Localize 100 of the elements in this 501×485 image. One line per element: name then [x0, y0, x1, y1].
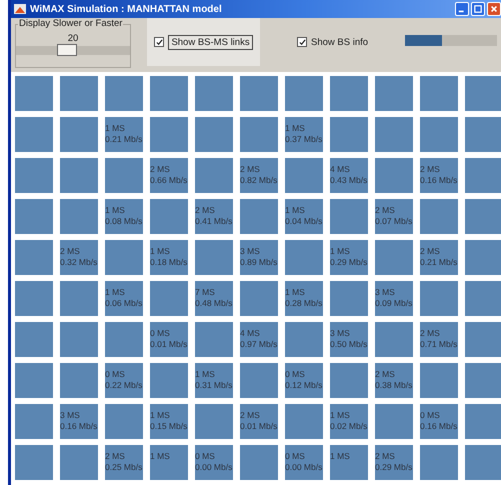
throughput-label: 0.31 Mb/s [195, 380, 232, 391]
throughput-label: 0.28 Mb/s [285, 298, 322, 309]
city-block [195, 117, 233, 152]
option-checkbox[interactable]: Show BS info [297, 36, 368, 48]
throughput-label: 0.09 Mb/s [375, 298, 412, 309]
city-block [375, 404, 413, 439]
city-block [15, 158, 53, 193]
ms-count: 3 MS [240, 246, 260, 257]
city-block [285, 404, 323, 439]
minimize-button[interactable] [455, 2, 469, 16]
checkbox[interactable] [154, 37, 164, 47]
ms-count: 3 MS [375, 287, 395, 298]
throughput-label: 0.00 Mb/s [195, 462, 232, 473]
city-block [15, 117, 53, 152]
ms-count: 1 MS [105, 123, 125, 134]
city-block [15, 240, 53, 275]
city-block [105, 158, 143, 193]
city-block [465, 117, 501, 152]
city-block [465, 445, 501, 480]
city-block [420, 76, 458, 111]
throughput-label: 0.48 Mb/s [195, 298, 232, 309]
ms-count: 0 MS [285, 451, 305, 462]
ms-count: 0 MS [285, 369, 305, 380]
throughput-label: 0.21 Mb/s [105, 134, 142, 145]
city-block [330, 281, 368, 316]
city-block [60, 76, 98, 111]
throughput-label: 0.38 Mb/s [375, 380, 412, 391]
throughput-label: 0.12 Mb/s [285, 380, 322, 391]
ms-count: 2 MS [195, 205, 215, 216]
ms-count: 2 MS [375, 369, 395, 380]
throughput-label: 0.16 Mb/s [420, 175, 458, 186]
city-block [465, 281, 501, 316]
city-block [60, 445, 98, 480]
ms-count: 0 MS [105, 369, 125, 380]
city-block [375, 76, 413, 111]
throughput-label: 0.15 Mb/s [150, 421, 188, 432]
throughput-label: 0.22 Mb/s [105, 380, 142, 391]
ms-count: 1 MS [285, 123, 305, 134]
ms-count: 2 MS [375, 205, 395, 216]
ms-count: 1 MS [330, 410, 350, 421]
city-block [60, 158, 98, 193]
check-icon [298, 38, 306, 46]
city-block [195, 76, 233, 111]
slider-thumb[interactable] [57, 44, 78, 56]
ms-count: 3 MS [60, 410, 80, 421]
ms-count: 1 MS [285, 205, 305, 216]
ms-count: 1 MS [150, 246, 170, 257]
city-block [240, 445, 278, 480]
city-block [15, 76, 53, 111]
city-block [240, 281, 278, 316]
ms-count: 0 MS [420, 410, 440, 421]
city-block [195, 158, 233, 193]
city-block [60, 117, 98, 152]
city-block [330, 76, 368, 111]
maximize-icon [474, 5, 482, 13]
throughput-label: 0.01 Mb/s [150, 339, 188, 350]
city-block [330, 199, 368, 234]
city-block [60, 363, 98, 398]
city-block [60, 322, 98, 357]
throughput-label: 0.71 Mb/s [420, 339, 458, 350]
city-block [195, 404, 233, 439]
city-block [15, 404, 53, 439]
close-icon [490, 5, 498, 13]
city-block [240, 117, 278, 152]
ms-count: 1 MS [150, 410, 170, 421]
city-block [285, 158, 323, 193]
city-block [465, 363, 501, 398]
maximize-button[interactable] [471, 2, 485, 16]
checkbox[interactable] [297, 37, 308, 47]
speed-slider[interactable] [16, 46, 130, 55]
city-block [375, 117, 413, 152]
throughput-label: 0.02 Mb/s [330, 421, 368, 432]
city-block [15, 363, 53, 398]
city-block [240, 199, 278, 234]
city-block [150, 281, 188, 316]
ms-count: 2 MS [60, 246, 80, 257]
ms-count: 2 MS [420, 246, 440, 257]
city-block [375, 158, 413, 193]
city-block [15, 445, 53, 480]
city-block [150, 76, 188, 111]
city-block [60, 199, 98, 234]
throughput-label: 0.50 Mb/s [330, 339, 368, 350]
city-block [330, 363, 368, 398]
app-icon [14, 3, 26, 15]
ms-count: 2 MS [240, 164, 260, 175]
ms-count: 1 MS [105, 287, 125, 298]
close-button[interactable] [487, 2, 501, 16]
throughput-label: 0.66 Mb/s [150, 175, 188, 186]
city-block [60, 281, 98, 316]
throughput-label: 0.32 Mb/s [60, 257, 98, 268]
city-block [195, 322, 233, 357]
throughput-label: 0.29 Mb/s [375, 462, 412, 473]
ms-count: 2 MS [375, 451, 395, 462]
ms-count: 4 MS [240, 328, 260, 339]
throughput-label: 0.25 Mb/s [105, 462, 142, 473]
throughput-label: 0.07 Mb/s [375, 216, 412, 227]
ms-count: 2 MS [420, 164, 440, 175]
throughput-label: 0.00 Mb/s [285, 462, 322, 473]
group-label: Display Slower or Faster [18, 18, 124, 29]
city-block [465, 199, 501, 234]
